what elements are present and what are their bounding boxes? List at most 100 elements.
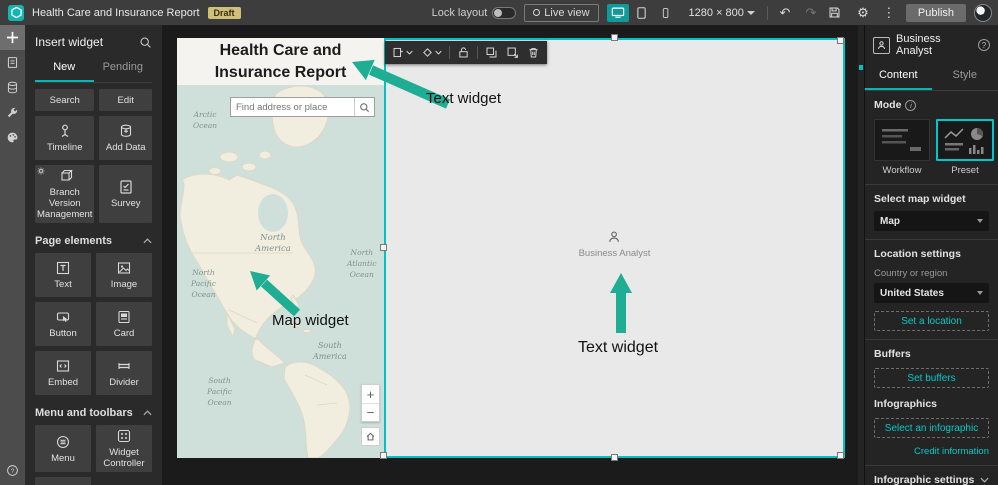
theme-rail-button[interactable] bbox=[0, 125, 25, 150]
tab-style[interactable]: Style bbox=[932, 63, 998, 90]
chevron-down-icon bbox=[746, 10, 755, 15]
map-widget[interactable]: Arctic Ocean North America North Pacific Oce… bbox=[177, 85, 384, 458]
widget-tile-edit[interactable]: Edit bbox=[99, 89, 152, 111]
help-rail-button[interactable]: ? bbox=[0, 458, 25, 483]
business-analyst-placeholder[interactable]: Business Analyst bbox=[579, 230, 650, 259]
copy-to-icon bbox=[507, 47, 518, 58]
draft-badge: Draft bbox=[207, 6, 241, 19]
map-search-box bbox=[230, 97, 375, 117]
map-home-button[interactable] bbox=[361, 427, 380, 446]
widget-tile-text[interactable]: Text bbox=[35, 253, 91, 297]
tools-rail-button[interactable] bbox=[0, 100, 25, 125]
country-dropdown[interactable]: United States bbox=[874, 283, 989, 303]
duplicate-widget-button[interactable] bbox=[482, 46, 501, 59]
widget-tile-image[interactable]: Image bbox=[96, 253, 152, 297]
mode-option-workflow[interactable]: Workflow bbox=[874, 119, 930, 176]
widget-tile-button[interactable]: Button bbox=[35, 302, 91, 346]
resize-handle-bottom[interactable] bbox=[611, 454, 618, 461]
map-search-input[interactable] bbox=[231, 101, 354, 113]
widget-tile-divider[interactable]: Divider bbox=[96, 351, 152, 395]
widget-tile-embed[interactable]: Embed bbox=[35, 351, 91, 395]
insert-widget-panel: Insert widget New Pending Search Edit Ti… bbox=[25, 25, 162, 485]
arrange-button[interactable] bbox=[418, 46, 445, 59]
text-icon bbox=[56, 261, 70, 275]
tab-new[interactable]: New bbox=[35, 55, 94, 82]
left-icon-rail: ? bbox=[0, 25, 25, 485]
info-icon[interactable]: i bbox=[905, 99, 917, 111]
section-page-elements[interactable]: Page elements bbox=[35, 235, 152, 247]
add-to-pending-button[interactable] bbox=[389, 46, 416, 59]
page-rail-button[interactable] bbox=[0, 50, 25, 75]
chevron-down-icon bbox=[977, 219, 983, 223]
infographics-section: Infographics Select an infographic Credi… bbox=[874, 398, 989, 457]
canvas-resolution-dropdown[interactable]: 1280 × 800 bbox=[689, 7, 755, 19]
zoom-out-button[interactable]: − bbox=[362, 403, 379, 421]
settings-panel-title: Business Analyst bbox=[896, 33, 941, 57]
lock-layout-toggle[interactable] bbox=[492, 6, 517, 19]
map-widget-dropdown[interactable]: Map bbox=[874, 211, 989, 231]
widget-tile-survey[interactable]: Survey bbox=[99, 165, 152, 223]
delete-widget-button[interactable] bbox=[524, 46, 543, 59]
copy-to-page-button[interactable] bbox=[503, 46, 522, 59]
map-zoom-control: + − bbox=[361, 384, 380, 422]
settings-button[interactable]: ⚙ bbox=[854, 5, 872, 21]
tab-content[interactable]: Content bbox=[865, 63, 932, 90]
desktop-icon bbox=[611, 7, 624, 18]
resize-handle-top[interactable] bbox=[611, 34, 618, 41]
more-options-button[interactable]: ⋮ bbox=[880, 5, 898, 21]
set-buffers-button[interactable]: Set buffers bbox=[874, 368, 989, 388]
gear-icon bbox=[37, 167, 45, 175]
set-location-button[interactable]: Set a location bbox=[874, 311, 989, 331]
infographic-settings-header[interactable]: Infographic settings bbox=[874, 474, 989, 485]
widget-tile-timeline[interactable]: Timeline bbox=[35, 116, 95, 160]
mode-option-preset[interactable]: Preset bbox=[936, 119, 994, 176]
resize-handle-left[interactable] bbox=[380, 244, 387, 251]
save-button[interactable] bbox=[828, 6, 846, 19]
tab-pending[interactable]: Pending bbox=[94, 55, 153, 82]
help-icon: ? bbox=[7, 465, 18, 476]
home-icon bbox=[366, 432, 375, 441]
trash-icon bbox=[529, 47, 538, 58]
widget-tile-menu[interactable]: Menu bbox=[35, 425, 91, 472]
panel-help-icon[interactable]: ? bbox=[978, 39, 990, 51]
device-tablet-button[interactable] bbox=[631, 4, 653, 22]
publish-button[interactable]: Publish bbox=[905, 3, 966, 22]
phone-icon bbox=[662, 7, 669, 18]
undo-button[interactable]: ↶ bbox=[776, 5, 794, 21]
resize-handle-bottom-right[interactable] bbox=[837, 452, 844, 459]
widget-tile-add-data[interactable]: Add Data bbox=[99, 116, 152, 160]
search-icon[interactable] bbox=[139, 36, 152, 49]
buffers-section: Buffers Set buffers bbox=[865, 339, 998, 396]
user-avatar[interactable] bbox=[974, 3, 992, 22]
widget-tile-widget-controller[interactable]: Widget Controller bbox=[96, 425, 152, 472]
map-label-north-pacific-ocean: North Pacific Ocean bbox=[191, 268, 216, 299]
search-icon bbox=[360, 102, 369, 112]
chevron-down-icon bbox=[406, 50, 413, 55]
data-rail-button[interactable] bbox=[0, 75, 25, 100]
widget-tile-share[interactable]: Share bbox=[35, 477, 91, 485]
widget-tile-card[interactable]: Card bbox=[96, 302, 152, 346]
resize-handle-top-right[interactable] bbox=[837, 37, 844, 44]
select-infographic-button[interactable]: Select an infographic bbox=[874, 418, 989, 438]
section-menu-and-toolbars[interactable]: Menu and toolbars bbox=[35, 407, 152, 419]
resize-handle-bottom-left[interactable] bbox=[380, 452, 387, 459]
redo-button[interactable]: ↷ bbox=[802, 5, 820, 21]
map-search-button[interactable] bbox=[354, 98, 374, 116]
zoom-in-button[interactable]: + bbox=[362, 385, 379, 403]
map-label-arctic-ocean: Arctic Ocean bbox=[193, 110, 218, 130]
business-analyst-icon bbox=[609, 231, 620, 242]
widget-tile-search[interactable]: Search bbox=[35, 89, 95, 111]
device-phone-button[interactable] bbox=[655, 4, 677, 22]
credit-information-link[interactable]: Credit information bbox=[874, 446, 989, 457]
live-view-button[interactable]: Live view bbox=[524, 3, 599, 22]
device-desktop-button[interactable] bbox=[606, 3, 629, 22]
lock-widget-button[interactable] bbox=[454, 46, 473, 59]
title-text-widget[interactable]: Health Care and Insurance Report bbox=[177, 38, 384, 85]
page-canvas: Health Care and Insurance Report Arctic … bbox=[177, 34, 845, 461]
app-logo-icon[interactable] bbox=[8, 4, 24, 21]
map-label-north-america: North America bbox=[255, 233, 291, 254]
widget-tile-branch-version-management[interactable]: Branch Version Management bbox=[35, 165, 95, 223]
chevron-down-icon bbox=[977, 291, 983, 295]
editor-scrollbar[interactable] bbox=[858, 25, 864, 485]
insert-widget-rail-button[interactable] bbox=[0, 25, 25, 50]
